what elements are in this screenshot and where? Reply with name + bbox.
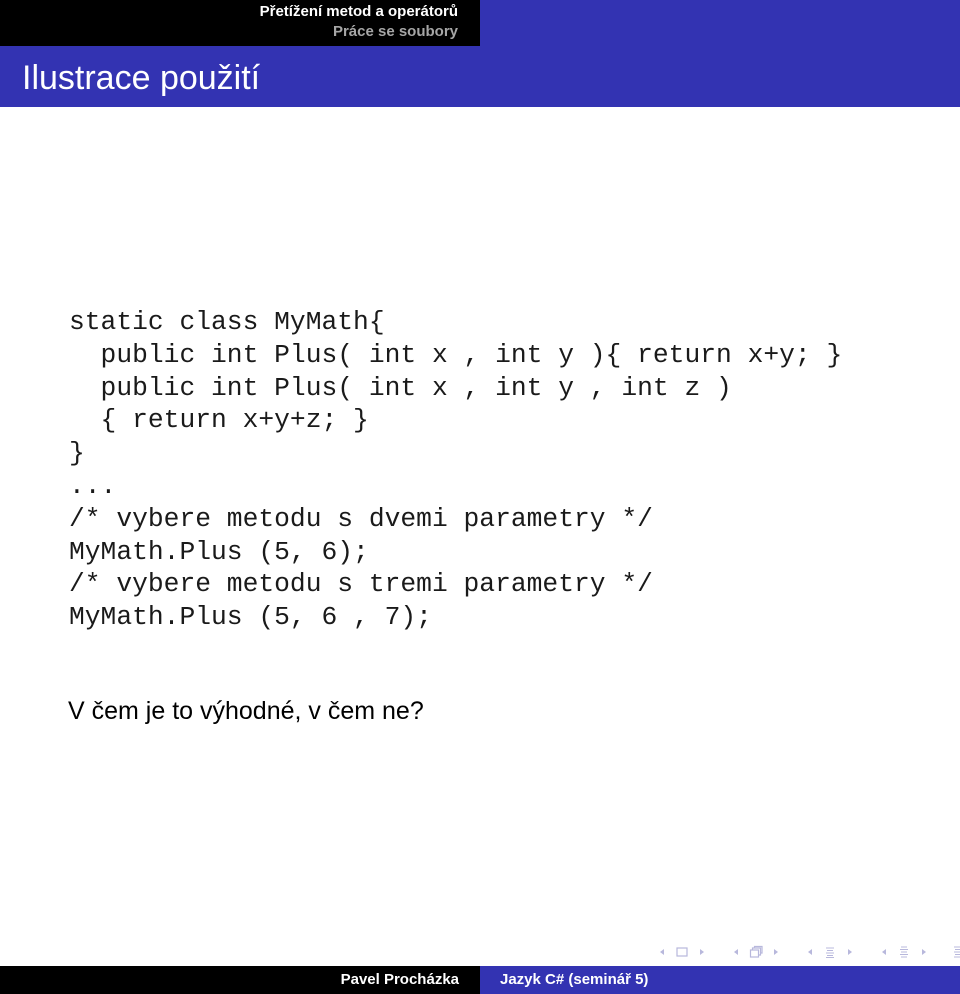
code-line: } <box>69 438 85 469</box>
footer-author: Pavel Procházka <box>340 971 459 988</box>
document-nav <box>874 945 934 959</box>
arrow-right-icon[interactable] <box>843 945 857 959</box>
section-icon[interactable] <box>823 945 837 959</box>
header-right-panel <box>480 0 960 46</box>
subsection-icon[interactable] <box>749 945 763 959</box>
question-text: V čem je to výhodné, v čem ne? <box>68 697 424 725</box>
arrow-left-icon[interactable] <box>803 945 817 959</box>
code-line: MyMath.Plus (5, 6); <box>69 536 369 567</box>
code-line: MyMath.Plus (5, 6 , 7); <box>69 602 432 633</box>
arrow-right-icon[interactable] <box>695 945 709 959</box>
document-icon[interactable] <box>897 945 911 959</box>
code-line: { return x+y+z; } <box>69 405 369 436</box>
beamer-navigation-symbols <box>652 943 960 961</box>
code-line: static class MyMath{ <box>69 307 385 337</box>
footer-author-panel: Pavel Procházka <box>0 966 480 994</box>
frame-title-bar: Ilustrace použití <box>0 46 960 107</box>
toc-icon[interactable] <box>951 945 960 959</box>
frame-title: Ilustrace použití <box>22 59 261 97</box>
subsection-nav <box>726 945 786 959</box>
arrow-right-icon[interactable] <box>917 945 931 959</box>
footer-title-panel: Jazyk C# (seminář 5) <box>480 966 960 994</box>
code-line: /* vybere metodu s dvemi parametry */ <box>69 503 653 534</box>
footer-title: Jazyk C# (seminář 5) <box>500 971 649 988</box>
arrow-left-icon[interactable] <box>655 945 669 959</box>
code-line: public int Plus( int x , int y , int z ) <box>69 372 732 403</box>
arrow-left-icon[interactable] <box>877 945 891 959</box>
section-nav <box>800 945 860 959</box>
nav-section-next[interactable]: Práce se soubory <box>333 23 458 41</box>
header-navigation: Přetížení metod a operátorů Práce se sou… <box>0 0 480 46</box>
code-line: ... <box>69 470 117 501</box>
frame-nav <box>652 945 712 959</box>
nav-section-current[interactable]: Přetížení metod a operátorů <box>260 3 458 21</box>
toc-nav <box>948 945 960 959</box>
code-line: public int Plus( int x , int y ){ return… <box>69 339 843 370</box>
code-block: static class MyMath{ public int Plus( in… <box>69 306 842 634</box>
arrow-right-icon[interactable] <box>769 945 783 959</box>
code-line: /* vybere metodu s tremi parametry */ <box>69 569 653 600</box>
frame-icon[interactable] <box>675 945 689 959</box>
arrow-left-icon[interactable] <box>729 945 743 959</box>
